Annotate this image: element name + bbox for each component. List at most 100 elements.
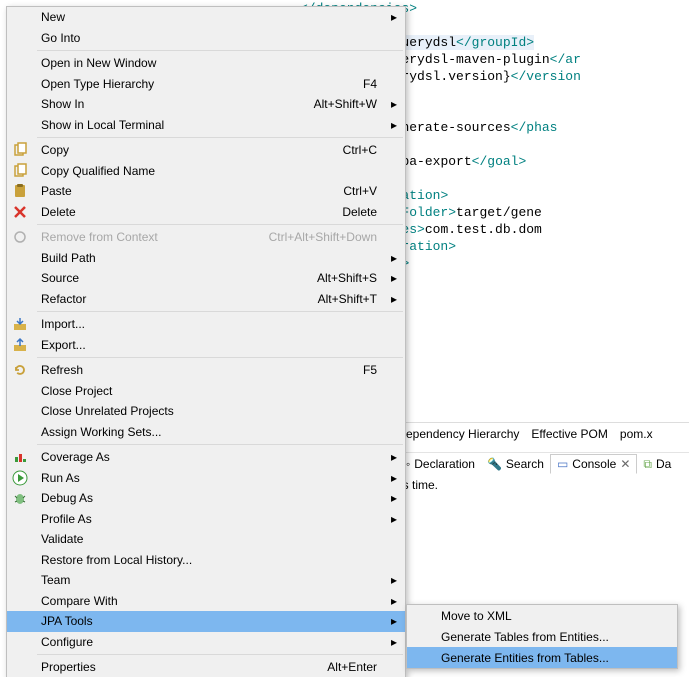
menu-item-profile-as[interactable]: Profile As▸ (7, 509, 405, 530)
menu-item-show-in-local-terminal[interactable]: Show in Local Terminal▸ (7, 115, 405, 136)
menu-item-paste[interactable]: PasteCtrl+V (7, 181, 405, 202)
menu-item-shortcut: Ctrl+V (343, 184, 377, 198)
submenu-arrow-icon: ▸ (387, 271, 397, 285)
submenu-arrow-icon: ▸ (387, 97, 397, 111)
menu-item-build-path[interactable]: Build Path▸ (7, 248, 405, 269)
search-icon: 🔦 (487, 457, 502, 471)
menu-item-label: Compare With (41, 594, 387, 608)
menu-item-label: Profile As (41, 512, 387, 526)
submenu-arrow-icon: ▸ (387, 10, 397, 24)
submenu-arrow-icon: ▸ (387, 635, 397, 649)
run-icon (12, 470, 28, 486)
menu-item-label: Open Type Hierarchy (41, 77, 363, 91)
menu-item-shortcut: F5 (363, 363, 377, 377)
console-icon: ▭ (557, 457, 568, 471)
debug-icon (12, 490, 28, 506)
menu-item-validate[interactable]: Validate (7, 529, 405, 550)
menu-item-coverage-as[interactable]: Coverage As▸ (7, 447, 405, 468)
tab-pom-xml[interactable]: pom.x (614, 425, 659, 443)
tab-data[interactable]: ⧉ Da (637, 455, 677, 474)
menu-item-open-in-new-window[interactable]: Open in New Window (7, 53, 405, 74)
menu-item-label: Open in New Window (41, 56, 387, 70)
menu-item-shortcut: Ctrl+C (343, 143, 377, 157)
menu-item-label: Delete (41, 205, 342, 219)
menu-item-shortcut: Delete (342, 205, 377, 219)
menu-item-team[interactable]: Team▸ (7, 570, 405, 591)
refresh-icon (12, 362, 28, 378)
tab-search[interactable]: 🔦 Search (481, 455, 550, 473)
tab-search-label: Search (506, 457, 544, 471)
menu-item-copy[interactable]: CopyCtrl+C (7, 140, 405, 161)
menu-item-shortcut: Alt+Shift+T (318, 292, 377, 306)
menu-item-go-into[interactable]: Go Into (7, 28, 405, 49)
tab-dependency-hierarchy[interactable]: ependency Hierarchy (400, 425, 525, 443)
tab-console[interactable]: ▭ Console ✕ (550, 454, 637, 474)
menu-separator (37, 137, 403, 138)
tab-effective-pom[interactable]: Effective POM (525, 425, 613, 443)
menu-separator (37, 444, 403, 445)
menu-item-assign-working-sets[interactable]: Assign Working Sets... (7, 422, 405, 443)
tab-declaration[interactable]: ◦ Declaration (400, 455, 481, 473)
menu-item-new[interactable]: New▸ (7, 7, 405, 28)
submenu-arrow-icon: ▸ (387, 292, 397, 306)
menu-item-open-type-hierarchy[interactable]: Open Type HierarchyF4 (7, 74, 405, 95)
submenu-arrow-icon: ▸ (387, 450, 397, 464)
menu-separator (37, 50, 403, 51)
menu-item-copy-qualified-name[interactable]: Copy Qualified Name (7, 161, 405, 182)
menu-item-configure[interactable]: Configure▸ (7, 632, 405, 653)
menu-item-refactor[interactable]: RefactorAlt+Shift+T ▸ (7, 289, 405, 310)
menu-separator (37, 654, 403, 655)
menu-item-label: Copy Qualified Name (41, 164, 387, 178)
remove-icon (12, 229, 28, 245)
menu-item-restore-from-local-history[interactable]: Restore from Local History... (7, 550, 405, 571)
menu-item-shortcut: Alt+Enter (327, 660, 377, 674)
submenu-item-label: Move to XML (441, 609, 669, 623)
submenu-item-label: Generate Entities from Tables... (441, 651, 669, 665)
menu-item-jpa-tools[interactable]: JPA Tools▸ (7, 611, 405, 632)
submenu-arrow-icon: ▸ (387, 573, 397, 587)
menu-item-label: Close Unrelated Projects (41, 404, 387, 418)
jpa-tools-submenu[interactable]: Move to XML Generate Tables from Entities… (406, 604, 678, 669)
tab-console-label: Console (572, 457, 616, 471)
menu-item-export[interactable]: Export... (7, 335, 405, 356)
menu-item-delete[interactable]: DeleteDelete (7, 202, 405, 223)
menu-item-label: Restore from Local History... (41, 553, 387, 567)
menu-item-close-project[interactable]: Close Project (7, 381, 405, 402)
menu-item-compare-with[interactable]: Compare With▸ (7, 591, 405, 612)
menu-item-properties[interactable]: PropertiesAlt+Enter (7, 657, 405, 677)
copyq-icon (12, 163, 28, 179)
menu-item-source[interactable]: SourceAlt+Shift+S▸ (7, 268, 405, 289)
menu-item-label: Source (41, 271, 317, 285)
menu-item-label: Refactor (41, 292, 318, 306)
menu-item-label: Refresh (41, 363, 363, 377)
menu-item-import[interactable]: Import... (7, 314, 405, 335)
menu-separator (37, 224, 403, 225)
menu-item-label: Close Project (41, 384, 387, 398)
context-menu[interactable]: New▸Go Into Open in New Window Open Type H… (6, 6, 406, 677)
menu-item-run-as[interactable]: Run As▸ (7, 468, 405, 489)
submenu-item-move-to-xml[interactable]: Move to XML (407, 605, 677, 626)
menu-item-refresh[interactable]: RefreshF5 (7, 360, 405, 381)
menu-item-label: Coverage As (41, 450, 387, 464)
paste-icon (12, 183, 28, 199)
menu-item-close-unrelated-projects[interactable]: Close Unrelated Projects (7, 401, 405, 422)
menu-item-label: Paste (41, 184, 343, 198)
close-icon[interactable]: ✕ (620, 457, 630, 471)
submenu-arrow-icon: ▸ (387, 512, 397, 526)
menu-separator (37, 311, 403, 312)
menu-item-label: Debug As (41, 491, 387, 505)
menu-item-label: Import... (41, 317, 387, 331)
menu-item-label: Show in Local Terminal (41, 118, 387, 132)
menu-item-debug-as[interactable]: Debug As▸ (7, 488, 405, 509)
menu-item-shortcut: Ctrl+Alt+Shift+Down (269, 230, 377, 244)
submenu-item-generate-entities-from-tables[interactable]: Generate Entities from Tables... (407, 647, 677, 668)
tab-declaration-label: Declaration (414, 457, 475, 471)
menu-item-show-in[interactable]: Show InAlt+Shift+W▸ (7, 94, 405, 115)
menu-item-label: Configure (41, 635, 387, 649)
menu-item-label: Assign Working Sets... (41, 425, 387, 439)
data-icon: ⧉ (643, 457, 652, 472)
delete-icon (12, 204, 28, 220)
menu-item-label: Remove from Context (41, 230, 269, 244)
submenu-arrow-icon: ▸ (387, 594, 397, 608)
submenu-item-generate-tables-from-entities[interactable]: Generate Tables from Entities... (407, 626, 677, 647)
